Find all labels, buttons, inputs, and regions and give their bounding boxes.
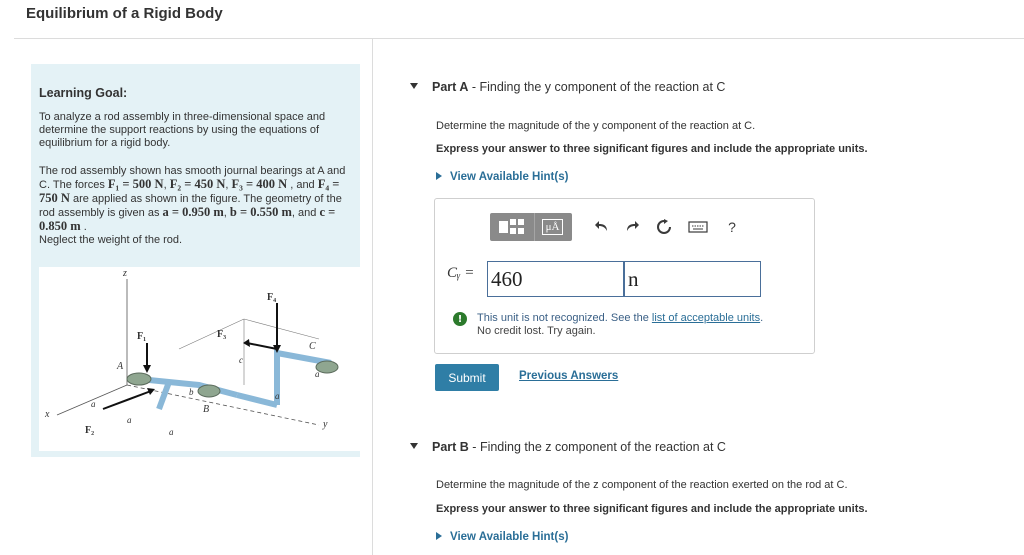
label-x: x [44,409,50,420]
collapse-triangle-icon [410,443,418,449]
help-button[interactable]: ? [722,217,742,237]
header-divider [14,38,1024,39]
undo-icon [595,221,607,231]
part-a-header[interactable]: Part A - Finding the y component of the … [410,80,725,94]
label-b-point: B [203,404,209,415]
force-f2: F₂ = 450 N [169,177,226,191]
part-b-hint-link[interactable]: View Available Hint(s) [436,531,568,543]
part-b-instruction: Determine the magnitude of the z compone… [436,479,848,491]
bearing-b [197,384,221,398]
label-f4: F₄ [267,292,276,303]
error-subtext: No credit lost. Try again. [477,325,596,337]
answer-box: μÅ ? Cᵧ = ! This unit is not recognized.… [434,198,815,354]
collapse-triangle-icon [410,83,418,89]
force-f3: F₃ = 400 N [231,177,288,191]
column-divider [372,39,373,555]
keyboard-icon [688,221,708,233]
error-text: This unit is not recognized. See the [477,312,652,324]
units-button[interactable]: μÅ [534,213,570,241]
label-dim-a-1: a [91,399,96,409]
expand-triangle-icon [436,172,442,180]
learning-goal-panel: Learning Goal: To analyze a rod assembly… [31,64,362,457]
part-a-label: Part A [432,80,469,94]
bearing-a [126,372,152,386]
label-c-point: C [309,341,316,352]
part-b-header[interactable]: Part B - Finding the z component of the … [410,440,726,454]
part-a-hint-link[interactable]: View Available Hint(s) [436,171,568,183]
page-title: Equilibrium of a Rigid Body [26,5,223,22]
error-icon: ! [453,312,467,326]
label-y: y [322,419,328,430]
rod-branch [156,380,172,411]
f2-arrow [102,390,152,410]
guide-line [178,318,245,350]
part-a-hint-label: View Available Hint(s) [450,171,569,183]
undo-button[interactable] [592,217,612,237]
submit-button[interactable]: Submit [435,364,499,391]
goal-text-c: Neglect the weight of the rod. [39,234,183,246]
unit-input[interactable] [624,261,761,297]
part-a-express: Express your answer to three significant… [436,143,868,155]
label-dim-a-5: a [315,369,320,379]
part-b-title: Finding the z component of the reaction … [479,440,726,454]
expand-triangle-icon [436,532,442,540]
rod-ab [138,376,238,398]
keyboard-button[interactable] [686,217,710,237]
rod-assembly-figure: z x y A B C F₁ F₂ F₃ F₄ a a a a a b c [39,267,362,451]
label-dim-a-3: a [169,427,174,437]
label-dim-a-4: a [275,391,280,401]
label-f2: F₂ [85,425,94,436]
help-icon: ? [728,219,736,235]
part-b-express: Express your answer to three significant… [436,503,868,515]
rod-assembly-diagram: z x y A B C F₁ F₂ F₃ F₄ a a a a a b c [44,268,339,437]
label-a-point: A [116,361,124,372]
f3-arrow [246,342,278,350]
f1-arrowhead [143,365,151,373]
mu-a-icon: μÅ [541,219,564,235]
goal-title: Learning Goal: [39,86,128,100]
part-b-hint-label: View Available Hint(s) [450,531,569,543]
label-dim-b: b [189,387,194,397]
guide-line-2 [243,318,320,340]
templates-button[interactable] [492,213,532,241]
value-input[interactable] [487,261,624,297]
dim-a: a = 0.950 m [162,205,224,219]
part-a-title: Finding the y component of the reaction … [479,80,726,94]
reset-button[interactable] [654,217,674,237]
label-f3: F₃ [217,329,226,340]
rod-bc [236,392,278,408]
previous-answers-link[interactable]: Previous Answers [519,370,618,382]
rod-c-segment [274,349,332,405]
part-b-label: Part B [432,440,469,454]
label-f1: F₁ [137,331,146,342]
goal-problem-statement: The rod assembly shown has smooth journa… [39,165,346,246]
label-z: z [122,268,127,279]
force-f1: F₁ = 500 N [107,177,164,191]
answer-variable-label: Cᵧ = [447,265,475,281]
redo-button[interactable] [622,217,642,237]
acceptable-units-link[interactable]: list of acceptable units [652,312,760,324]
redo-icon [627,221,639,231]
label-dim-c: c [239,355,243,365]
label-dim-a-2: a [127,415,132,425]
error-end: . [760,312,764,324]
part-a-instruction: Determine the magnitude of the y compone… [436,120,756,132]
templates-icon [499,219,524,234]
dim-b: b = 0.550 m [229,205,292,219]
goal-description: To analyze a rod assembly in three-dimen… [39,111,326,149]
error-message: This unit is not recognized. See the lis… [477,311,763,325]
reset-icon [657,219,671,234]
math-toolbar: μÅ ? [490,213,750,241]
